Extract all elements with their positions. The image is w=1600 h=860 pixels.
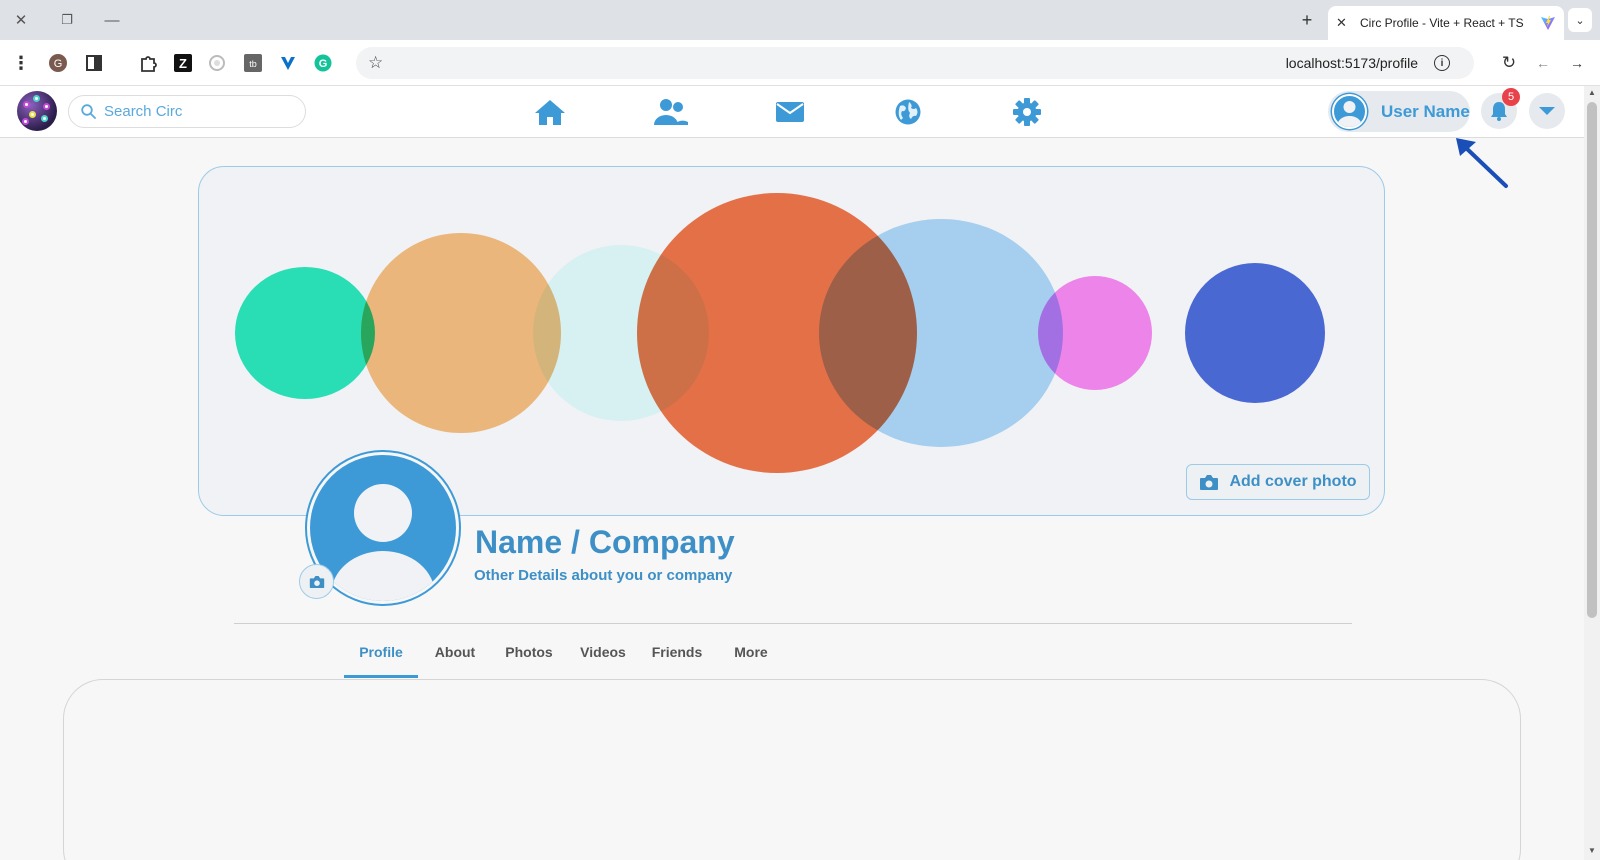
- caret-down-icon: [1539, 107, 1555, 115]
- address-bar[interactable]: ☆ localhost:5173/profile i: [356, 47, 1474, 79]
- new-tab-icon[interactable]: +: [1296, 9, 1318, 31]
- tab-more[interactable]: More: [714, 636, 788, 678]
- user-name: User Name: [1381, 101, 1470, 121]
- user-silhouette-icon: [1337, 101, 1362, 127]
- camera-icon: [309, 575, 324, 588]
- add-cover-photo-label: Add cover photo: [1229, 473, 1357, 490]
- circle-extension-icon[interactable]: [206, 52, 228, 74]
- tab-profile[interactable]: Profile: [344, 636, 418, 678]
- user-avatar: [1332, 94, 1367, 129]
- nav-globe-icon[interactable]: [890, 96, 926, 128]
- scroll-up-icon[interactable]: ▲: [1588, 88, 1596, 97]
- extensions-icon[interactable]: [137, 52, 159, 74]
- profile-tabs: Profile About Photos Videos Friends More: [344, 636, 788, 678]
- bookmark-star-icon[interactable]: ☆: [368, 53, 383, 73]
- vite-logo-icon: [1541, 16, 1555, 30]
- nav-home-icon[interactable]: [532, 96, 568, 128]
- account-dropdown-button[interactable]: [1529, 93, 1565, 129]
- tab-search-menu-icon[interactable]: ⌄: [1568, 8, 1592, 32]
- app-header: User Name 5: [0, 86, 1584, 138]
- tab-title: Circ Profile - Vite + React + TS: [1360, 16, 1524, 30]
- profile-name: Name / Company: [475, 524, 735, 560]
- search-bar[interactable]: [68, 95, 306, 128]
- reload-icon[interactable]: ↻: [1498, 52, 1520, 74]
- cover-circle: [1185, 263, 1325, 403]
- change-avatar-button[interactable]: [299, 564, 334, 599]
- notification-badge: 5: [1502, 88, 1520, 106]
- search-input[interactable]: [104, 103, 284, 120]
- tab-extension-icon[interactable]: tb: [242, 52, 264, 74]
- circ-logo[interactable]: [17, 91, 57, 131]
- window-minimize-icon[interactable]: —: [100, 8, 124, 32]
- forward-arrow-icon[interactable]: →: [1566, 52, 1588, 74]
- add-cover-photo-button[interactable]: Add cover photo: [1186, 464, 1370, 500]
- window-restore-icon[interactable]: ❐: [55, 8, 79, 32]
- zotero-extension-icon[interactable]: Z: [172, 52, 194, 74]
- scroll-down-icon[interactable]: ▼: [1588, 846, 1596, 855]
- svg-text:G: G: [319, 58, 328, 70]
- sidebar-icon[interactable]: [83, 52, 105, 74]
- browser-tab[interactable]: ✕ Circ Profile - Vite + React + TS: [1328, 6, 1564, 40]
- site-info-icon[interactable]: i: [1434, 55, 1450, 71]
- scrollbar-thumb[interactable]: [1587, 102, 1597, 618]
- search-icon: [81, 104, 96, 119]
- vpn-extension-icon[interactable]: [277, 52, 299, 74]
- svg-text:tb: tb: [249, 59, 257, 69]
- tab-photos[interactable]: Photos: [492, 636, 566, 678]
- tab-about[interactable]: About: [418, 636, 492, 678]
- window-close-icon[interactable]: ✕: [9, 8, 33, 32]
- profile-g-icon[interactable]: G: [47, 52, 69, 74]
- user-menu-button[interactable]: User Name: [1328, 91, 1470, 132]
- annotation-arrow-icon: [1456, 138, 1508, 188]
- nav-messages-icon[interactable]: [772, 96, 808, 128]
- nav-settings-icon[interactable]: [1009, 96, 1045, 128]
- browser-tab-bar: ✕ ❐ — + ✕ Circ Profile - Vite + React + …: [0, 0, 1600, 40]
- nav-friends-icon[interactable]: [652, 96, 688, 128]
- grammarly-extension-icon[interactable]: G: [312, 52, 334, 74]
- svg-text:G: G: [54, 58, 63, 70]
- browser-menu-icon[interactable]: ⋮: [10, 52, 32, 74]
- cover-circle: [361, 233, 561, 433]
- browser-toolbar: ⋮ G Z tb G ☆ localhost:5173/profile i ↻ …: [0, 40, 1600, 86]
- svg-text:Z: Z: [179, 56, 187, 71]
- page-scrollbar[interactable]: ▲ ▼: [1584, 86, 1600, 860]
- profile-details: Other Details about you or company: [474, 567, 733, 584]
- cover-circle: [819, 219, 1063, 447]
- camera-icon: [1200, 474, 1219, 490]
- tab-friends[interactable]: Friends: [640, 636, 714, 678]
- back-arrow-icon[interactable]: ←: [1532, 52, 1554, 74]
- tab-close-icon[interactable]: ✕: [1336, 15, 1354, 31]
- profile-divider: [234, 623, 1352, 624]
- tab-videos[interactable]: Videos: [566, 636, 640, 678]
- profile-content-panel: [63, 679, 1521, 860]
- cover-circle: [235, 267, 375, 399]
- cover-circle: [1038, 276, 1152, 390]
- address-url[interactable]: localhost:5173/profile: [1286, 55, 1418, 71]
